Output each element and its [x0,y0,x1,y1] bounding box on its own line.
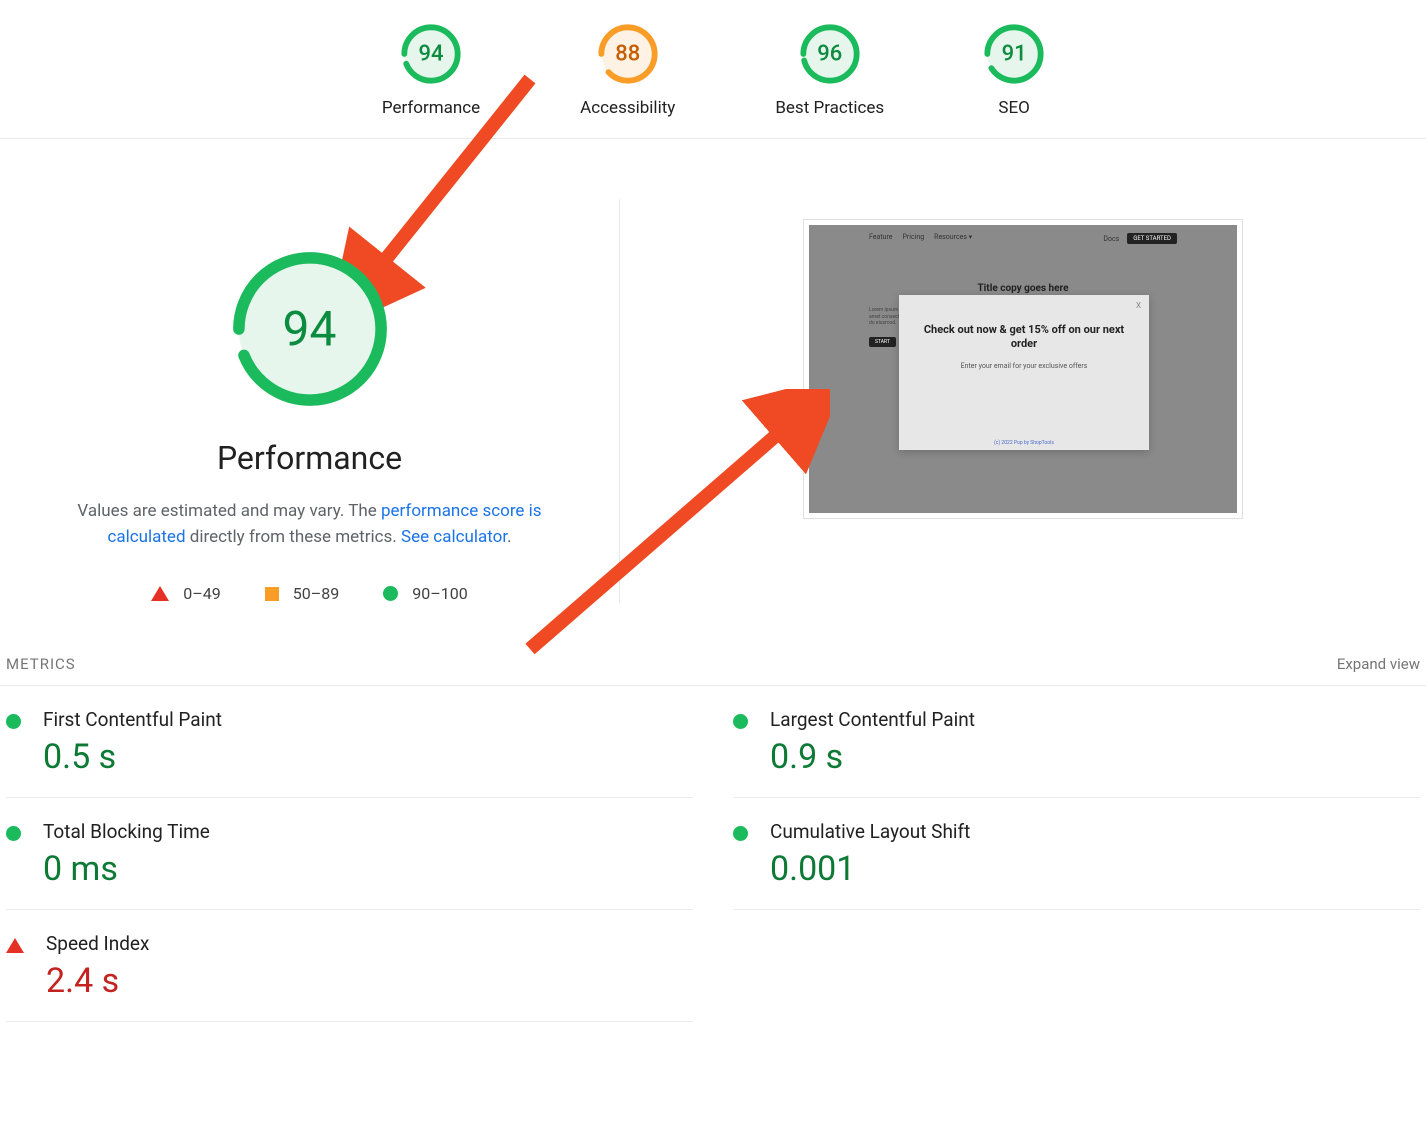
score-value: 94 [283,301,337,358]
square-orange-icon [265,587,279,601]
screenshot-nav: Feature Pricing Resources ▾ Docs GET STA… [809,233,1237,244]
metrics-title: METRICS [6,655,76,673]
popup-headline: Check out now & get 15% off on our next … [917,323,1131,352]
desc-text: . [507,527,511,547]
nav-item: Docs [1103,235,1119,243]
score-value: 96 [817,42,842,67]
page-screenshot[interactable]: Feature Pricing Resources ▾ Docs GET STA… [803,219,1243,519]
score-value: 88 [615,42,640,67]
legend-average: 50–89 [265,584,339,603]
performance-description: Values are estimated and may vary. The p… [50,499,570,550]
nav-item: Pricing [903,233,925,244]
screenshot-hero-title: Title copy goes here [809,283,1237,294]
performance-title: Performance [217,439,402,477]
legend-poor: 0–49 [151,584,220,603]
gauge-best-practices: 96 [800,24,860,84]
expand-view-button[interactable]: Expand view [1337,655,1420,673]
popup-footer: (c) 2022 Pop by ShopTools [899,440,1149,446]
screenshot-content: Feature Pricing Resources ▾ Docs GET STA… [809,225,1237,513]
metric-value: 2.4 s [46,961,149,1001]
circle-green-icon [733,714,748,729]
metric-value: 0 ms [43,849,210,889]
popup-close-icon: X [1136,301,1141,310]
legend-range: 0–49 [183,584,220,603]
popup-subtext: Enter your email for your exclusive offe… [917,362,1131,370]
circle-green-icon [6,826,21,841]
gauge-large-performance: 94 [230,249,390,409]
performance-detail: 94 Performance Values are estimated and … [0,139,1426,643]
nav-item: Feature [869,233,893,244]
score-value: 91 [1002,42,1027,67]
score-label: Accessibility [580,98,675,118]
metric-name: Speed Index [46,932,149,955]
metric-name: First Contentful Paint [43,708,222,731]
score-accessibility[interactable]: 88 Accessibility [580,24,675,118]
metric-value: 0.9 s [770,737,975,777]
metrics-header: METRICS Expand view [0,643,1426,685]
score-label: SEO [998,98,1029,118]
screenshot-popup: X Check out now & get 15% off on our nex… [899,295,1149,450]
see-calculator-link[interactable]: See calculator [401,527,507,547]
score-best-practices[interactable]: 96 Best Practices [775,24,884,118]
circle-green-icon [6,714,21,729]
gauge-accessibility: 88 [598,24,658,84]
metric-speed-index[interactable]: Speed Index 2.4 s [6,910,693,1022]
legend-range: 90–100 [412,584,467,603]
triangle-red-icon [151,586,169,601]
metric-tbt[interactable]: Total Blocking Time 0 ms [6,798,693,910]
metric-value: 0.001 [770,849,970,889]
legend-range: 50–89 [293,584,339,603]
score-label: Performance [382,98,480,118]
screenshot-column: Feature Pricing Resources ▾ Docs GET STA… [660,199,1386,603]
nav-cta: GET STARTED [1127,233,1177,244]
legend-good: 90–100 [383,584,467,603]
metric-name: Largest Contentful Paint [770,708,975,731]
metric-cls[interactable]: Cumulative Layout Shift 0.001 [733,798,1420,910]
triangle-red-icon [6,938,24,953]
metric-lcp[interactable]: Largest Contentful Paint 0.9 s [733,686,1420,798]
nav-item: Resources ▾ [934,233,972,244]
metrics-grid: First Contentful Paint 0.5 s Largest Con… [0,685,1426,1022]
score-performance[interactable]: 94 Performance [382,24,480,118]
score-summary-row: 94 Performance 88 Accessibility 96 Best … [0,0,1426,139]
gauge-performance: 94 [401,24,461,84]
score-legend: 0–49 50–89 90–100 [151,584,467,603]
metric-fcp[interactable]: First Contentful Paint 0.5 s [6,686,693,798]
metric-name: Total Blocking Time [43,820,210,843]
metric-name: Cumulative Layout Shift [770,820,970,843]
circle-green-icon [733,826,748,841]
desc-text: Values are estimated and may vary. The [77,501,381,521]
gauge-seo: 91 [984,24,1044,84]
circle-green-icon [383,586,398,601]
performance-summary: 94 Performance Values are estimated and … [40,199,620,603]
desc-text: directly from these metrics. [186,527,401,547]
screenshot-start-btn: START [869,337,896,347]
score-label: Best Practices [775,98,884,118]
score-seo[interactable]: 91 SEO [984,24,1044,118]
metric-value: 0.5 s [43,737,222,777]
score-value: 94 [418,42,443,67]
